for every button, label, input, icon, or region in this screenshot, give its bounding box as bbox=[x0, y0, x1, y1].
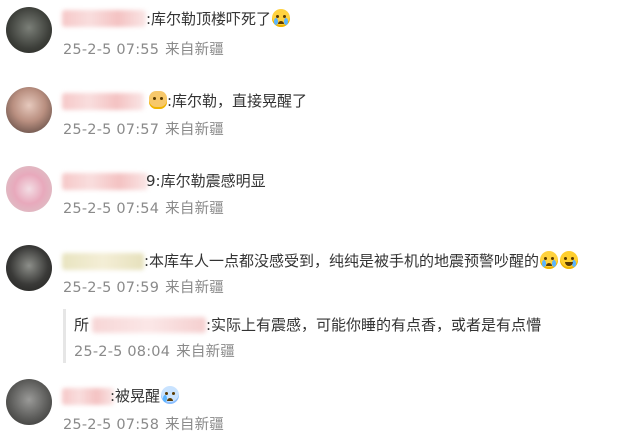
comment-timestamp: 25-2-5 07:54 bbox=[63, 201, 160, 217]
username-redacted[interactable] bbox=[62, 388, 114, 405]
reply-location: 来自新疆 bbox=[176, 344, 235, 360]
crying-face-icon bbox=[272, 9, 291, 27]
avatar[interactable] bbox=[6, 7, 52, 53]
comment-item: :库尔勒，直接晃醒了 25-2-5 07:57 来自新疆 bbox=[0, 80, 640, 150]
anxious-face-icon bbox=[161, 386, 180, 404]
comment-item: :被晃醒 25-2-5 07:58 来自新疆 bbox=[0, 376, 640, 441]
username-redacted[interactable] bbox=[62, 10, 146, 27]
comment-location: 来自新疆 bbox=[165, 201, 224, 217]
comment-item: 9:库尔勒震感明显 25-2-5 07:54 来自新疆 bbox=[0, 160, 640, 230]
comment-text-content: 9:库尔勒震感明显 bbox=[146, 172, 266, 190]
comment-timestamp: 25-2-5 07:59 bbox=[63, 280, 160, 296]
reply-author-initial: 所 bbox=[74, 316, 90, 334]
fist-icon bbox=[149, 91, 167, 109]
comment-timestamp: 25-2-5 07:57 bbox=[63, 122, 160, 138]
comment-item: :库尔勒顶楼吓死了 25-2-5 07:55 来自新疆 bbox=[0, 0, 640, 70]
avatar[interactable] bbox=[6, 166, 52, 212]
reply-username-redacted[interactable] bbox=[92, 317, 206, 333]
comment-text: 9:库尔勒震感明显 bbox=[146, 171, 266, 191]
comment-text-content: :被晃醒 bbox=[110, 387, 161, 405]
comment-location: 来自新疆 bbox=[165, 280, 224, 296]
comment-text-content: :本库车人一点都没感受到，纯纯是被手机的地震预警吵醒的 bbox=[144, 252, 540, 270]
comment-timestamp: 25-2-5 07:55 bbox=[63, 42, 160, 58]
comment-text: :被晃醒 bbox=[110, 386, 180, 406]
comment-meta: 25-2-5 07:59 来自新疆 bbox=[63, 279, 224, 297]
laughing-crying-icon bbox=[560, 251, 579, 269]
avatar[interactable] bbox=[6, 379, 52, 425]
comment-meta: 25-2-5 07:58 来自新疆 bbox=[63, 416, 224, 434]
comment-location: 来自新疆 bbox=[165, 122, 224, 138]
reply-text: :实际上有震感，可能你睡的有点香，或者是有点懵 bbox=[206, 315, 541, 335]
reply-author-prefix[interactable]: 所 bbox=[74, 315, 89, 335]
comment-meta: 25-2-5 07:54 来自新疆 bbox=[63, 200, 224, 218]
reply-timestamp: 25-2-5 08:04 bbox=[74, 344, 171, 360]
comment-item: :本库车人一点都没感受到，纯纯是被手机的地震预警吵醒的 25-2-5 07:59… bbox=[0, 240, 640, 370]
comment-text: :库尔勒顶楼吓死了 bbox=[146, 9, 291, 29]
username-redacted[interactable] bbox=[62, 93, 144, 110]
comment-text-content: :库尔勒，直接晃醒了 bbox=[167, 92, 308, 110]
comment-text: :库尔勒，直接晃醒了 bbox=[148, 91, 307, 111]
comment-meta: 25-2-5 07:55 来自新疆 bbox=[63, 41, 224, 59]
username-redacted[interactable] bbox=[62, 253, 144, 270]
comment-text-content: :库尔勒顶楼吓死了 bbox=[146, 10, 272, 28]
comment-text: :本库车人一点都没感受到，纯纯是被手机的地震预警吵醒的 bbox=[144, 251, 579, 271]
comment-timestamp: 25-2-5 07:58 bbox=[63, 417, 160, 433]
comment-location: 来自新疆 bbox=[165, 42, 224, 58]
comment-location: 来自新疆 bbox=[165, 417, 224, 433]
reply-text-content: :实际上有震感，可能你睡的有点香，或者是有点懵 bbox=[206, 316, 542, 334]
crying-face-icon bbox=[540, 251, 559, 269]
username-redacted[interactable] bbox=[62, 173, 148, 190]
comment-meta: 25-2-5 07:57 来自新疆 bbox=[63, 121, 224, 139]
avatar[interactable] bbox=[6, 245, 52, 291]
avatar[interactable] bbox=[6, 87, 52, 133]
reply-divider bbox=[63, 309, 66, 363]
reply-meta: 25-2-5 08:04 来自新疆 bbox=[74, 343, 235, 361]
